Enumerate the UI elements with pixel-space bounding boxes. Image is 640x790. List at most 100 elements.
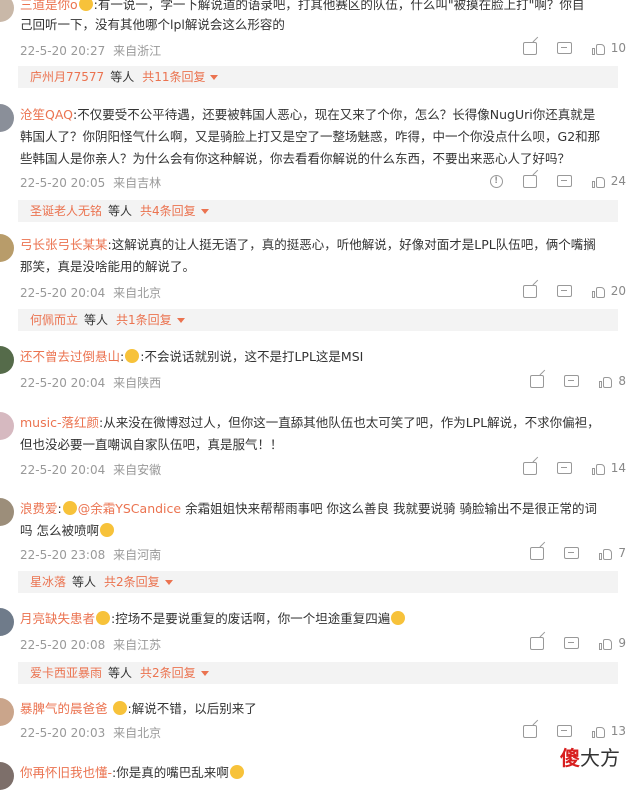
comment-meta: 22-5-20 20:03 来自北京 <box>20 726 162 740</box>
report-icon[interactable]: ! <box>489 174 503 188</box>
reply-summary[interactable]: 星冰落 等人 共2条回复 <box>18 571 618 593</box>
comment-text-line: 那笑，真是没啥能用的解说了。 <box>20 259 196 274</box>
comment-actions: 13 <box>522 724 626 738</box>
like-icon <box>599 547 613 560</box>
comment-username[interactable]: 三道是你o <box>20 0 78 12</box>
reply-summary[interactable]: 何佩而立 等人 共1条回复 <box>18 309 618 331</box>
reply-summary[interactable]: 爱卡西亚暴雨 等人 共2条回复 <box>18 662 618 684</box>
reply-summary[interactable]: 圣诞老人无铭 等人 共4条回复 <box>18 200 618 222</box>
comment-meta: 22-5-20 20:27 来自浙江 <box>20 44 162 58</box>
like-icon <box>591 285 605 298</box>
comment-text: 沧笙QAQ:不仅要受不公平待遇，还要被韩国人恶心，现在又来了个你，怎么？长得像N… <box>20 107 596 122</box>
comment-icon[interactable] <box>556 462 572 474</box>
comment-username[interactable]: 月亮缺失患者 <box>20 611 95 626</box>
comment-username[interactable]: 你再怀旧我也懂- <box>20 765 112 780</box>
emoji-icon <box>96 611 111 625</box>
comment-icon[interactable] <box>564 375 580 387</box>
avatar[interactable] <box>0 412 14 440</box>
comment-text: 浪费爱: @余霜YSCandice 余霜姐姐快来帮帮雨事吧 你这么善良 我就要说骑… <box>20 501 597 516</box>
comment-text: music-落红颜:从来没在微博怼过人，但你这一直舔其他队伍也太可笑了吧，作为L… <box>20 415 600 430</box>
emoji-icon <box>229 765 244 779</box>
comment-meta: 22-5-20 20:08 来自江苏 <box>20 638 162 652</box>
like-button[interactable]: 20 <box>591 284 626 298</box>
emoji-icon <box>391 611 406 625</box>
comment-text: 你再怀旧我也懂-:你是真的嘴巴乱来啊 <box>20 762 630 784</box>
chevron-down-icon <box>210 75 219 80</box>
share-icon[interactable] <box>522 284 537 298</box>
comment-icon[interactable] <box>556 42 572 54</box>
like-button[interactable]: 10 <box>591 41 626 55</box>
like-button[interactable]: 24 <box>591 174 626 188</box>
comment-actions: 7 <box>530 546 626 560</box>
comment-username[interactable]: 暴脾气的晨爸爸 <box>20 701 108 716</box>
comment-icon[interactable] <box>564 637 580 649</box>
share-icon[interactable] <box>522 174 537 188</box>
avatar[interactable] <box>0 608 14 636</box>
watermark-logo: 傻大方 <box>560 746 620 770</box>
like-button[interactable]: 9 <box>599 636 626 650</box>
like-icon <box>599 637 613 650</box>
comment-meta: 22-5-20 20:04 来自北京 <box>20 286 162 300</box>
chevron-down-icon <box>164 580 173 585</box>
comment-username[interactable]: 浪费爱 <box>20 501 58 516</box>
like-icon <box>591 462 605 475</box>
comment-meta: 22-5-20 20:04 来自安徽 <box>20 463 162 477</box>
avatar[interactable] <box>0 104 14 132</box>
avatar[interactable] <box>0 698 14 726</box>
share-icon[interactable] <box>522 41 537 55</box>
emoji-icon <box>78 0 93 11</box>
share-icon[interactable] <box>530 636 545 650</box>
avatar[interactable] <box>0 234 14 262</box>
avatar[interactable] <box>0 498 14 526</box>
comment-actions: ! 24 <box>489 174 626 188</box>
comment-username[interactable]: 还不曾去过倒悬山 <box>20 349 120 364</box>
comment-actions: 14 <box>522 461 626 475</box>
comment-username[interactable]: 弓长张弓长某某 <box>20 237 108 252</box>
chevron-down-icon <box>200 671 209 676</box>
like-button[interactable]: 13 <box>591 724 626 738</box>
comment-icon[interactable] <box>564 547 580 559</box>
emoji-icon <box>99 523 114 537</box>
share-icon[interactable] <box>522 461 537 475</box>
like-icon <box>591 175 605 188</box>
comment-actions: 20 <box>522 284 626 298</box>
comment-icon[interactable] <box>556 725 572 737</box>
share-icon[interactable] <box>530 546 545 560</box>
chevron-down-icon <box>200 209 209 214</box>
like-icon <box>591 42 605 55</box>
comment-text: 暴脾气的晨爸爸 :解说不错，以后别来了 <box>20 701 257 716</box>
comment-username[interactable]: music-落红颜 <box>20 415 99 430</box>
comment-meta: 22-5-20 23:08 来自河南 <box>20 548 162 562</box>
mention-link[interactable]: @余霜YSCandice <box>78 501 181 516</box>
comment-text: 还不曾去过倒悬山::不会说话就别说，这不是打LPL这是MSI <box>20 349 364 364</box>
comment-actions: 8 <box>530 374 626 388</box>
like-button[interactable]: 8 <box>599 374 626 388</box>
comment-icon[interactable] <box>556 285 572 297</box>
comment-meta: 22-5-20 20:04 来自陕西 <box>20 376 162 390</box>
like-button[interactable]: 7 <box>599 546 626 560</box>
like-icon <box>599 375 613 388</box>
avatar[interactable] <box>0 346 14 374</box>
comment-text-line: 吗 怎么被喷啊 <box>20 520 630 542</box>
reply-summary[interactable]: 庐州月77577 等人 共11条回复 <box>18 66 618 88</box>
emoji-icon <box>112 701 127 715</box>
comment-meta: 22-5-20 20:05 来自吉林 <box>20 176 162 190</box>
share-icon[interactable] <box>522 724 537 738</box>
comment-text: 弓长张弓长某某:这解说真的让人挺无语了，真的挺恶心，听他解说，好像对面才是LPL… <box>20 237 596 252</box>
comment-username[interactable]: 沧笙QAQ <box>20 107 73 122</box>
emoji-icon <box>125 349 140 363</box>
like-icon <box>591 725 605 738</box>
comment-text-line: 韩国人了？你阴阳怪气什么啊，又是骑脸上打又是空了一整场魅惑，咋得，中一个你没点什… <box>20 129 601 144</box>
comment-text-line: 但也没必要一直嘲讽自家队伍吧，真是服气！！ <box>20 437 283 452</box>
comment-text-line: 些韩国人是你亲人？为什么会有你这种解说，你去看看你解说的什么东西，不要出来恶心人… <box>20 151 571 166</box>
comment-text: 月亮缺失患者:控场不是要说重复的废话啊，你一个坦途重复四遍 <box>20 608 630 630</box>
chevron-down-icon <box>176 318 185 323</box>
like-button[interactable]: 14 <box>591 461 626 475</box>
comment-actions: 10 <box>522 41 626 55</box>
emoji-icon <box>62 501 77 515</box>
avatar[interactable] <box>0 0 14 22</box>
comment-actions: 9 <box>530 636 626 650</box>
avatar[interactable] <box>0 762 14 790</box>
comment-icon[interactable] <box>556 175 572 187</box>
share-icon[interactable] <box>530 374 545 388</box>
